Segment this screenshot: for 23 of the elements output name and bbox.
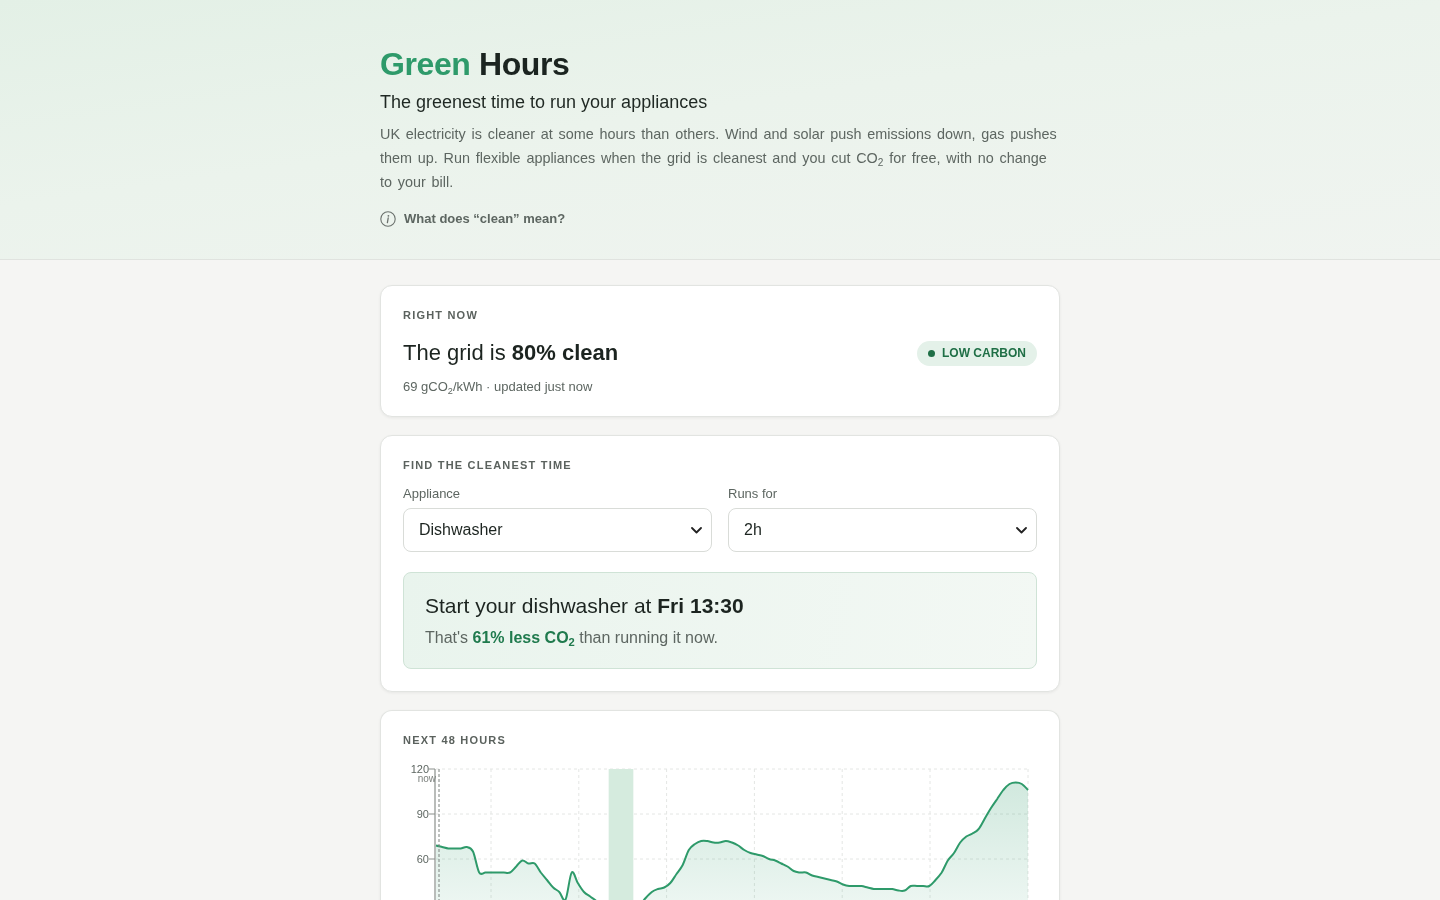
grid-status-headline: The grid is 80% clean — [403, 339, 619, 367]
info-icon — [380, 211, 396, 227]
dropdown[interactable]: Dishwasher — [403, 508, 712, 552]
intensity-meta: 69 gCO$_{2}$/kWh · updated just now — [403, 378, 594, 396]
subtitle: The greenest time to run your appliances — [380, 91, 709, 114]
chevron-down-icon — [1016, 526, 1027, 534]
chart-title: NEXT 48 HOURS — [403, 733, 507, 748]
y-tick-label: 90 — [416, 808, 429, 820]
badge-label: LOW CARBON — [942, 346, 1026, 360]
field-label: Runs for — [728, 485, 779, 503]
savings-text: That's 61% less CO$_{2}$ than running it now. — [425, 628, 720, 649]
section-label: FIND THE CLEANEST TIME — [403, 458, 573, 473]
chevron-down-icon — [691, 526, 702, 534]
recommendation-headline: Start your dishwasher at Fri 13:30 — [425, 593, 745, 619]
app-title: Green Hours — [380, 45, 571, 84]
y-tick-label: 120 — [410, 763, 429, 775]
info-link[interactable]: What does “clean” mean? — [404, 210, 566, 228]
section-label: RIGHT NOW — [403, 308, 479, 323]
y-tick-label: 60 — [416, 853, 429, 865]
field-label: Appliance — [403, 485, 462, 503]
intro-paragraph: UK electricity is cleaner at some hours than others. Wind and solar push emissions down, gas pushes them up. Run flexible appliances when the grid is cleanest and you cut CO$_{2}$ for free, with no change to your bill. — [380, 125, 1058, 192]
dropdown[interactable]: 2h — [728, 508, 1037, 552]
status-dot-icon — [928, 349, 935, 357]
